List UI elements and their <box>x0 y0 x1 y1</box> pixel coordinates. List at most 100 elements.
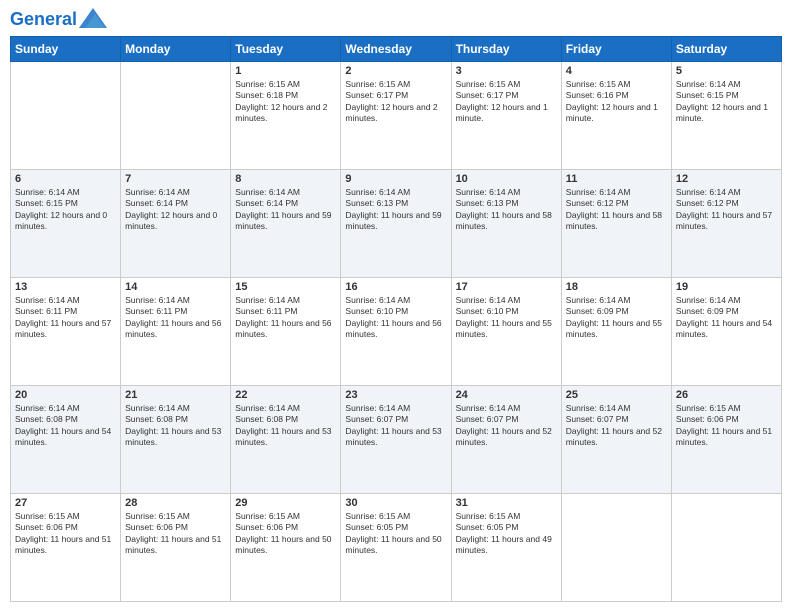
day-number: 7 <box>125 173 226 185</box>
day-number: 17 <box>456 281 557 293</box>
day-number: 15 <box>235 281 336 293</box>
page: General SundayMondayTuesdayWednesdayThur… <box>0 0 792 612</box>
day-number: 21 <box>125 389 226 401</box>
cell-text: Sunrise: 6:14 AMSunset: 6:07 PMDaylight:… <box>456 403 552 447</box>
calendar-cell: 11 Sunrise: 6:14 AMSunset: 6:12 PMDayligh… <box>561 170 671 278</box>
cell-text: Sunrise: 6:14 AMSunset: 6:07 PMDaylight:… <box>566 403 662 447</box>
day-number: 1 <box>235 65 336 77</box>
cell-text: Sunrise: 6:14 AMSunset: 6:14 PMDaylight:… <box>235 187 331 231</box>
calendar-cell: 7 Sunrise: 6:14 AMSunset: 6:14 PMDaylight… <box>121 170 231 278</box>
day-number: 23 <box>345 389 446 401</box>
calendar-cell: 21 Sunrise: 6:14 AMSunset: 6:08 PMDayligh… <box>121 386 231 494</box>
day-number: 11 <box>566 173 667 185</box>
cell-text: Sunrise: 6:14 AMSunset: 6:08 PMDaylight:… <box>125 403 221 447</box>
calendar-cell: 20 Sunrise: 6:14 AMSunset: 6:08 PMDayligh… <box>11 386 121 494</box>
cell-text: Sunrise: 6:14 AMSunset: 6:11 PMDaylight:… <box>15 295 111 339</box>
calendar-week-5: 27 Sunrise: 6:15 AMSunset: 6:06 PMDayligh… <box>11 494 782 602</box>
calendar-cell: 29 Sunrise: 6:15 AMSunset: 6:06 PMDayligh… <box>231 494 341 602</box>
cell-text: Sunrise: 6:15 AMSunset: 6:18 PMDaylight:… <box>235 79 327 123</box>
day-number: 22 <box>235 389 336 401</box>
calendar-cell: 26Sunrise: 6:15 AMSunset: 6:06 PMDayligh… <box>671 386 781 494</box>
day-header-friday: Friday <box>561 37 671 62</box>
calendar-cell: 12 Sunrise: 6:14 AMSunset: 6:12 PMDayligh… <box>671 170 781 278</box>
day-header-wednesday: Wednesday <box>341 37 451 62</box>
day-number: 4 <box>566 65 667 77</box>
cell-text: Sunrise: 6:15 AMSunset: 6:16 PMDaylight:… <box>566 79 658 123</box>
calendar-cell: 24 Sunrise: 6:14 AMSunset: 6:07 PMDayligh… <box>451 386 561 494</box>
day-number: 6 <box>15 173 116 185</box>
cell-text: Sunrise: 6:14 AMSunset: 6:09 PMDaylight:… <box>566 295 662 339</box>
cell-text: Sunrise: 6:15 AMSunset: 6:17 PMDaylight:… <box>456 79 548 123</box>
day-number: 20 <box>15 389 116 401</box>
calendar-cell: 17 Sunrise: 6:14 AMSunset: 6:10 PMDayligh… <box>451 278 561 386</box>
cell-text: Sunrise: 6:14 AMSunset: 6:12 PMDaylight:… <box>676 187 772 231</box>
calendar-cell: 9Sunrise: 6:14 AMSunset: 6:13 PMDaylight… <box>341 170 451 278</box>
day-header-saturday: Saturday <box>671 37 781 62</box>
calendar-cell: 13Sunrise: 6:14 AMSunset: 6:11 PMDayligh… <box>11 278 121 386</box>
calendar-cell: 10 Sunrise: 6:14 AMSunset: 6:13 PMDayligh… <box>451 170 561 278</box>
cell-text: Sunrise: 6:14 AMSunset: 6:08 PMDaylight:… <box>235 403 331 447</box>
calendar-week-3: 13Sunrise: 6:14 AMSunset: 6:11 PMDayligh… <box>11 278 782 386</box>
logo-icon <box>79 8 107 30</box>
day-number: 31 <box>456 497 557 509</box>
cell-text: Sunrise: 6:14 AMSunset: 6:10 PMDaylight:… <box>345 295 441 339</box>
cell-text: Sunrise: 6:14 AMSunset: 6:15 PMDaylight:… <box>15 187 107 231</box>
cell-text: Sunrise: 6:15 AMSunset: 6:05 PMDaylight:… <box>456 511 552 555</box>
calendar-cell: 25Sunrise: 6:14 AMSunset: 6:07 PMDayligh… <box>561 386 671 494</box>
calendar-week-2: 6 Sunrise: 6:14 AMSunset: 6:15 PMDaylight… <box>11 170 782 278</box>
day-number: 14 <box>125 281 226 293</box>
calendar-cell: 28Sunrise: 6:15 AMSunset: 6:06 PMDayligh… <box>121 494 231 602</box>
cell-text: Sunrise: 6:14 AMSunset: 6:11 PMDaylight:… <box>235 295 331 339</box>
day-number: 12 <box>676 173 777 185</box>
cell-text: Sunrise: 6:14 AMSunset: 6:09 PMDaylight:… <box>676 295 772 339</box>
calendar-cell: 6 Sunrise: 6:14 AMSunset: 6:15 PMDaylight… <box>11 170 121 278</box>
calendar-cell: 22 Sunrise: 6:14 AMSunset: 6:08 PMDayligh… <box>231 386 341 494</box>
day-number: 30 <box>345 497 446 509</box>
cell-text: Sunrise: 6:14 AMSunset: 6:12 PMDaylight:… <box>566 187 662 231</box>
calendar-table: SundayMondayTuesdayWednesdayThursdayFrid… <box>10 36 782 602</box>
cell-text: Sunrise: 6:15 AMSunset: 6:06 PMDaylight:… <box>676 403 772 447</box>
day-number: 27 <box>15 497 116 509</box>
day-number: 5 <box>676 65 777 77</box>
calendar-cell <box>11 62 121 170</box>
day-number: 8 <box>235 173 336 185</box>
cell-text: Sunrise: 6:15 AMSunset: 6:05 PMDaylight:… <box>345 511 441 555</box>
calendar-cell: 15 Sunrise: 6:14 AMSunset: 6:11 PMDayligh… <box>231 278 341 386</box>
day-number: 10 <box>456 173 557 185</box>
logo: General <box>10 10 107 28</box>
day-header-tuesday: Tuesday <box>231 37 341 62</box>
day-number: 2 <box>345 65 446 77</box>
cell-text: Sunrise: 6:15 AMSunset: 6:06 PMDaylight:… <box>235 511 331 555</box>
calendar-cell: 31 Sunrise: 6:15 AMSunset: 6:05 PMDayligh… <box>451 494 561 602</box>
day-header-monday: Monday <box>121 37 231 62</box>
day-number: 29 <box>235 497 336 509</box>
calendar-week-1: 1 Sunrise: 6:15 AMSunset: 6:18 PMDaylight… <box>11 62 782 170</box>
cell-text: Sunrise: 6:14 AMSunset: 6:07 PMDaylight:… <box>345 403 441 447</box>
day-number: 18 <box>566 281 667 293</box>
day-header-thursday: Thursday <box>451 37 561 62</box>
header: General <box>10 10 782 28</box>
calendar-cell: 3 Sunrise: 6:15 AMSunset: 6:17 PMDaylight… <box>451 62 561 170</box>
cell-text: Sunrise: 6:14 AMSunset: 6:10 PMDaylight:… <box>456 295 552 339</box>
calendar-week-4: 20 Sunrise: 6:14 AMSunset: 6:08 PMDayligh… <box>11 386 782 494</box>
calendar-cell: 18 Sunrise: 6:14 AMSunset: 6:09 PMDayligh… <box>561 278 671 386</box>
calendar-header-row: SundayMondayTuesdayWednesdayThursdayFrid… <box>11 37 782 62</box>
cell-text: Sunrise: 6:14 AMSunset: 6:08 PMDaylight:… <box>15 403 111 447</box>
calendar-cell: 8 Sunrise: 6:14 AMSunset: 6:14 PMDaylight… <box>231 170 341 278</box>
calendar-cell: 5Sunrise: 6:14 AMSunset: 6:15 PMDaylight… <box>671 62 781 170</box>
day-number: 24 <box>456 389 557 401</box>
calendar-cell: 19Sunrise: 6:14 AMSunset: 6:09 PMDayligh… <box>671 278 781 386</box>
cell-text: Sunrise: 6:14 AMSunset: 6:13 PMDaylight:… <box>345 187 441 231</box>
cell-text: Sunrise: 6:14 AMSunset: 6:13 PMDaylight:… <box>456 187 552 231</box>
cell-text: Sunrise: 6:15 AMSunset: 6:06 PMDaylight:… <box>125 511 221 555</box>
calendar-cell: 4 Sunrise: 6:15 AMSunset: 6:16 PMDaylight… <box>561 62 671 170</box>
day-number: 16 <box>345 281 446 293</box>
calendar-cell: 23 Sunrise: 6:14 AMSunset: 6:07 PMDayligh… <box>341 386 451 494</box>
calendar-cell: 16 Sunrise: 6:14 AMSunset: 6:10 PMDayligh… <box>341 278 451 386</box>
day-header-sunday: Sunday <box>11 37 121 62</box>
calendar-cell: 1 Sunrise: 6:15 AMSunset: 6:18 PMDaylight… <box>231 62 341 170</box>
calendar-cell: 2Sunrise: 6:15 AMSunset: 6:17 PMDaylight… <box>341 62 451 170</box>
day-number: 3 <box>456 65 557 77</box>
cell-text: Sunrise: 6:14 AMSunset: 6:14 PMDaylight:… <box>125 187 217 231</box>
logo-text-general: General <box>10 10 77 30</box>
